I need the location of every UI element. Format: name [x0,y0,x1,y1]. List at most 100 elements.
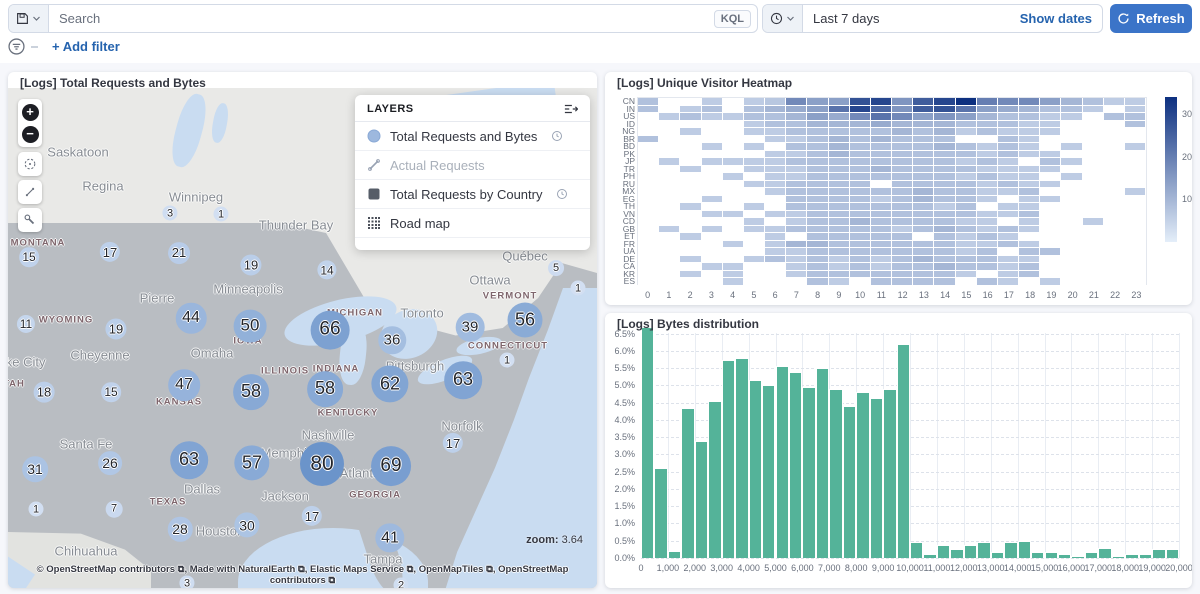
heatmap-cell[interactable] [702,181,723,189]
map-cluster-bubble[interactable]: 15 [19,247,39,267]
heatmap-cell[interactable] [956,248,977,256]
heatmap-cell[interactable] [702,98,723,106]
heatmap-cell[interactable] [850,151,871,159]
heatmap-cell[interactable] [871,188,892,196]
map-zoom-in-button[interactable]: + [22,104,39,121]
bytes-bar[interactable] [668,551,681,558]
map-cluster-bubble[interactable]: 1 [29,502,44,517]
heatmap-cell[interactable] [744,248,765,256]
heatmap-cell[interactable] [892,218,913,226]
heatmap-cell[interactable] [829,263,850,271]
bytes-bar[interactable] [1166,549,1179,558]
heatmap-cell[interactable] [850,271,871,279]
heatmap-cell[interactable] [956,233,977,241]
heatmap-cell[interactable] [702,278,723,286]
heatmap-cell[interactable] [1019,181,1040,189]
heatmap-cell[interactable] [892,248,913,256]
heatmap-cell[interactable] [913,181,934,189]
heatmap-cell[interactable] [786,278,807,286]
heatmap-cell[interactable] [956,211,977,219]
bytes-bar[interactable] [1018,541,1031,558]
heatmap-cell[interactable] [723,233,744,241]
heatmap-cell[interactable] [892,98,913,106]
heatmap-cell[interactable] [1083,226,1104,234]
heatmap-cell[interactable] [871,143,892,151]
heatmap-cell[interactable] [998,218,1019,226]
heatmap-cell[interactable] [892,188,913,196]
heatmap-cell[interactable] [1040,256,1061,264]
heatmap-cell[interactable] [998,98,1019,106]
heatmap-cell[interactable] [1019,188,1040,196]
heatmap-cell[interactable] [871,278,892,286]
heatmap-cell[interactable] [1083,233,1104,241]
heatmap-cell[interactable] [1019,158,1040,166]
heatmap-cell[interactable] [638,196,659,204]
heatmap-cell[interactable] [807,158,828,166]
heatmap-cell[interactable] [829,203,850,211]
heatmap-cell[interactable] [680,188,701,196]
heatmap-cell[interactable] [956,136,977,144]
heatmap-cell[interactable] [1083,218,1104,226]
bytes-bar[interactable] [722,360,735,558]
heatmap-cell[interactable] [850,226,871,234]
bytes-bar[interactable] [1085,552,1098,558]
heatmap-cell[interactable] [786,158,807,166]
heatmap-cell[interactable] [913,196,934,204]
heatmap-cell[interactable] [1040,203,1061,211]
heatmap-cell[interactable] [829,106,850,114]
heatmap-cell[interactable] [1104,98,1125,106]
heatmap-cell[interactable] [829,173,850,181]
bytes-bar[interactable] [1058,554,1071,558]
heatmap-cell[interactable] [765,106,786,114]
heatmap-cell[interactable] [638,241,659,249]
bytes-bar[interactable] [870,398,883,559]
heatmap-cell[interactable] [913,226,934,234]
heatmap-cell[interactable] [829,98,850,106]
heatmap-cell[interactable] [850,196,871,204]
heatmap-cell[interactable] [850,256,871,264]
heatmap-cell[interactable] [1104,106,1125,114]
heatmap-cell[interactable] [659,151,680,159]
heatmap-cell[interactable] [1040,166,1061,174]
heatmap-cell[interactable] [1040,211,1061,219]
heatmap-cell[interactable] [1104,128,1125,136]
heatmap-cell[interactable] [659,226,680,234]
heatmap-cell[interactable] [638,278,659,286]
heatmap-cell[interactable] [765,211,786,219]
heatmap-cell[interactable] [1061,226,1082,234]
time-menu-button[interactable] [763,5,803,32]
heatmap-cell[interactable] [998,196,1019,204]
heatmap-cell[interactable] [744,136,765,144]
heatmap-cell[interactable] [1061,188,1082,196]
heatmap-cell[interactable] [1061,166,1082,174]
heatmap-cell[interactable] [977,203,998,211]
heatmap-cell[interactable] [1061,256,1082,264]
heatmap-cell[interactable] [807,151,828,159]
heatmap-cell[interactable] [1125,158,1146,166]
heatmap-cell[interactable] [723,196,744,204]
heatmap-cell[interactable] [680,233,701,241]
heatmap-cell[interactable] [638,113,659,121]
heatmap-cell[interactable] [829,271,850,279]
heatmap-cell[interactable] [702,136,723,144]
heatmap-cell[interactable] [638,256,659,264]
heatmap-cell[interactable] [807,263,828,271]
heatmap-cell[interactable] [892,226,913,234]
heatmap-cell[interactable] [956,158,977,166]
heatmap-cell[interactable] [744,188,765,196]
heatmap-cell[interactable] [723,248,744,256]
heatmap-cell[interactable] [1104,203,1125,211]
heatmap-cell[interactable] [934,173,955,181]
heatmap-cell[interactable] [786,113,807,121]
map-cluster-bubble[interactable]: 66 [311,311,350,350]
heatmap-cell[interactable] [702,158,723,166]
heatmap-cell[interactable] [913,271,934,279]
heatmap-cell[interactable] [850,106,871,114]
heatmap-cell[interactable] [744,211,765,219]
bytes-bar[interactable] [829,389,842,558]
heatmap-cell[interactable] [998,256,1019,264]
heatmap-cell[interactable] [829,166,850,174]
heatmap-cell[interactable] [1019,196,1040,204]
layer-row[interactable]: Actual Requests [355,151,590,180]
heatmap-cell[interactable] [913,211,934,219]
